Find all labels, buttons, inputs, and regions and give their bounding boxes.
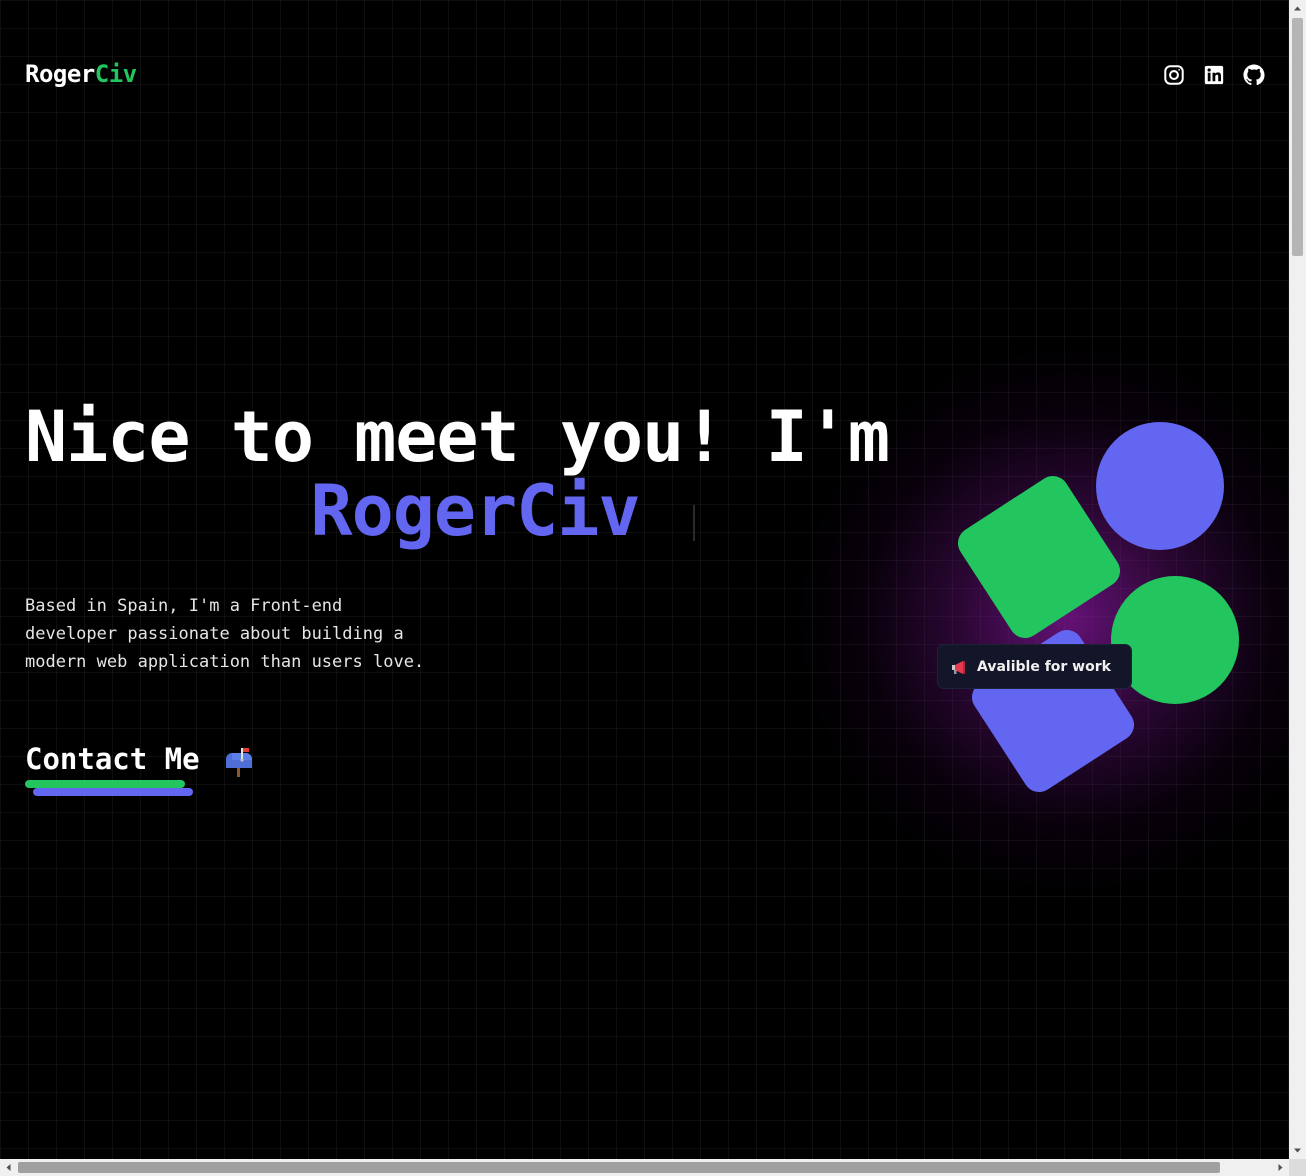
scroll-down-arrow-icon[interactable] — [1289, 1142, 1306, 1159]
horizontal-scrollbar[interactable] — [0, 1159, 1289, 1176]
vertical-scroll-thumb[interactable] — [1292, 18, 1303, 256]
contact-underline-green — [25, 780, 185, 788]
megaphone-icon — [952, 660, 965, 674]
mailbox-icon — [225, 748, 252, 777]
github-icon[interactable] — [1243, 64, 1265, 86]
scroll-left-arrow-icon[interactable] — [0, 1159, 17, 1176]
scrollbar-corner — [1289, 1159, 1306, 1176]
linkedin-icon[interactable] — [1203, 64, 1225, 86]
instagram-icon[interactable] — [1163, 64, 1185, 86]
availability-text: Avalible for work — [977, 658, 1111, 675]
logo-primary-text: Roger — [25, 60, 95, 88]
hero-title: Nice to meet you! I'm RogerCiv — [25, 400, 985, 548]
hero-title-line1: Nice to meet you! I'm — [25, 396, 890, 478]
typing-cursor — [693, 505, 695, 541]
hero-name: RogerCiv — [310, 470, 640, 552]
horizontal-scroll-thumb[interactable] — [18, 1162, 1220, 1173]
social-links — [1163, 64, 1265, 86]
hero-bio: Based in Spain, I'm a Front-end develope… — [25, 596, 425, 672]
contact-me-label: Contact Me — [25, 742, 200, 776]
contact-underline-blue — [33, 788, 193, 796]
contact-section: Contact Me — [25, 742, 254, 796]
contact-me-button[interactable]: Contact Me — [25, 742, 200, 796]
availability-badge: Avalible for work — [937, 644, 1132, 689]
site-logo[interactable]: RogerCiv — [25, 60, 137, 88]
vertical-scrollbar[interactable] — [1289, 0, 1306, 1159]
page-viewport: RogerCiv Nice to meet you! I'm RogerCiv … — [0, 0, 1289, 1159]
scroll-right-arrow-icon[interactable] — [1272, 1159, 1289, 1176]
scroll-up-arrow-icon[interactable] — [1289, 0, 1306, 17]
logo-accent-text: Civ — [94, 60, 137, 88]
blue-circle-shape — [1096, 422, 1224, 550]
